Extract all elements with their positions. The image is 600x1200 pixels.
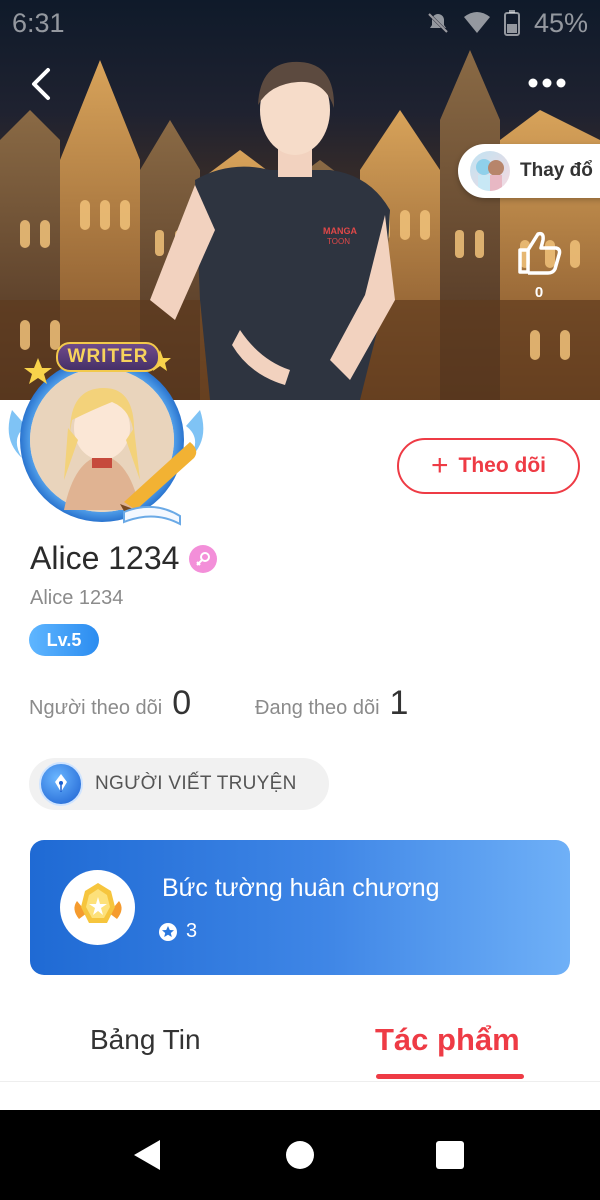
change-outfit-label: Thay đổ [520,160,593,181]
following-count: 1 [389,684,409,722]
medal-icon [60,870,135,945]
system-nav-bar [0,1110,600,1200]
back-button[interactable] [22,62,62,106]
active-tab-indicator [376,1074,524,1079]
follow-button[interactable]: + Theo dõi [397,438,580,494]
role-label: NGƯỜI VIẾT TRUYỆN [95,773,297,794]
followers-stat[interactable]: Người theo dõi 0 [29,684,191,723]
profile-handle: Alice 1234 [30,587,124,609]
pen-nib-icon [39,762,83,806]
battery-percent: 45% [533,7,588,38]
nav-recents-icon[interactable] [436,1141,464,1169]
svg-text:TOON: TOON [327,237,350,246]
mute-icon [427,12,449,34]
wifi-icon [463,12,490,33]
medal-wall-card[interactable]: Bức tường huân chương 3 [30,840,570,975]
female-icon [189,544,218,573]
like-count: 0 [534,284,544,301]
username-row: Alice 1234 [30,540,218,577]
following-label: Đang theo dõi [255,697,380,719]
status-time: 6:31 [12,7,65,38]
profile-tabs: Bảng Tin Tác phẩm [0,1010,600,1082]
tab-feed[interactable]: Bảng Tin [90,1024,201,1056]
like-button[interactable] [512,228,566,278]
star-badge-icon [159,922,177,941]
medal-count: 3 [186,920,198,942]
plus-icon: + [430,449,449,482]
change-outfit-button[interactable]: Thay đổ [458,144,600,198]
medal-wall-title: Bức tường huân chương [162,874,440,902]
followers-count: 0 [172,684,192,722]
medal-count-row: 3 [158,920,197,943]
writer-badge: WRITER [56,342,160,372]
thumbs-up-icon [518,231,562,275]
svg-text:MANGA: MANGA [323,226,357,236]
nav-home-icon[interactable] [286,1141,314,1169]
tab-works[interactable]: Tác phẩm [375,1022,520,1058]
nav-back-icon[interactable] [132,1138,162,1172]
level-badge: Lv.5 [29,624,99,656]
profile-name: Alice 1234 [30,540,180,576]
role-chip[interactable]: NGƯỜI VIẾT TRUYỆN [29,758,329,810]
profile-avatar[interactable]: WRITER [4,340,208,530]
chevron-left-icon [32,68,50,100]
more-options-button[interactable] [522,68,572,98]
outfit-thumbnail [470,151,510,191]
more-horizontal-icon [528,78,566,88]
follow-label: Theo dõi [458,454,547,477]
status-bar: 6:31 45% [0,0,600,46]
battery-icon [503,10,520,36]
followers-label: Người theo dõi [29,697,163,719]
following-stat[interactable]: Đang theo dõi 1 [255,684,408,723]
